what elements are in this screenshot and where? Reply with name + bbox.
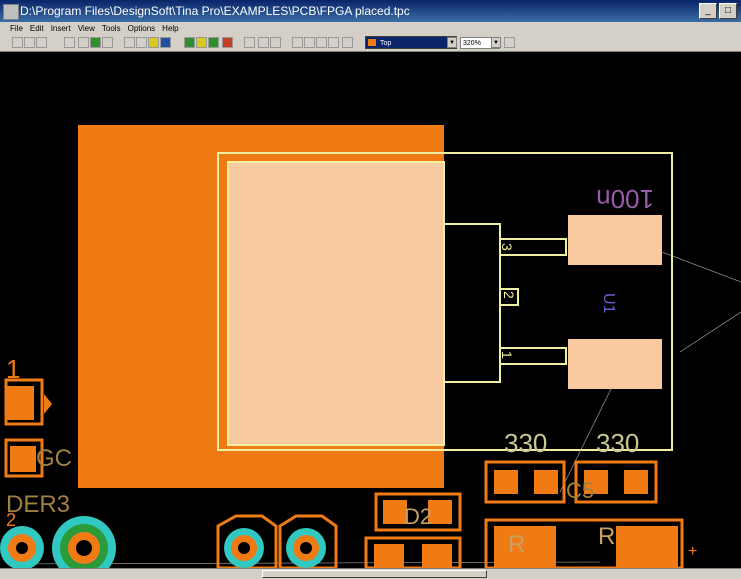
layer-green-icon[interactable] <box>184 37 195 48</box>
line-icon[interactable] <box>148 37 159 48</box>
ratsnest-line <box>679 311 741 353</box>
round-pad <box>52 516 116 568</box>
chevron-down-icon[interactable]: ▼ <box>491 37 501 48</box>
layer-red-icon[interactable] <box>222 37 233 48</box>
menu-bar: File Edit Insert View Tools Options Help <box>0 22 741 35</box>
r2-pad-b <box>624 470 648 494</box>
r1-value-label: 330 <box>504 428 547 458</box>
chevron-down-icon[interactable]: ▼ <box>447 37 457 48</box>
layer-yellow-icon[interactable] <box>196 37 207 48</box>
move-icon[interactable] <box>78 37 89 48</box>
restore-button[interactable]: □ <box>719 3 737 19</box>
r1-pad-a <box>494 470 518 494</box>
scrollbar-thumb[interactable] <box>262 570 487 578</box>
cap-value-label: 100n <box>596 184 654 214</box>
left-2-label: 2 <box>6 510 16 530</box>
route-icon[interactable] <box>342 37 353 48</box>
round-pad <box>0 526 44 568</box>
add-component-icon[interactable] <box>90 37 101 48</box>
undo-icon[interactable] <box>258 37 269 48</box>
d2-label: D2 <box>404 504 432 529</box>
left-1-label: 1 <box>6 354 20 384</box>
delete-icon[interactable] <box>244 37 255 48</box>
window-title: D:\Program Files\DesignSoft\Tina Pro\EXA… <box>20 4 410 18</box>
menu-tools[interactable]: Tools <box>102 22 121 35</box>
select-arrow-icon[interactable] <box>64 37 75 48</box>
pin1-label: 1 <box>499 351 515 359</box>
new-file-icon[interactable] <box>12 37 23 48</box>
ratsnest-line <box>661 251 741 283</box>
title-bar: D:\Program Files\DesignSoft\Tina Pro\EXA… <box>0 0 741 22</box>
lower-pad-b <box>422 544 452 568</box>
menu-insert[interactable]: Insert <box>51 22 71 35</box>
layer-select[interactable]: Top <box>365 36 457 49</box>
left-pad-1 <box>6 386 34 420</box>
menu-edit[interactable]: Edit <box>30 22 44 35</box>
pad-bottom <box>568 339 662 389</box>
text-icon[interactable] <box>136 37 147 48</box>
minimize-button[interactable]: _ <box>699 3 717 19</box>
zoom-value: 320% <box>463 40 481 47</box>
pad-top <box>568 215 662 265</box>
left-marker <box>44 394 52 414</box>
left-gc-label: GC <box>36 445 72 472</box>
r1-pad-b <box>534 470 558 494</box>
big-pad <box>228 162 444 445</box>
redo-icon[interactable] <box>270 37 281 48</box>
app-icon <box>3 4 19 20</box>
layer-color-swatch <box>368 39 376 46</box>
pin3-label: 3 <box>499 243 515 251</box>
track-curve-icon[interactable] <box>316 37 327 48</box>
save-icon[interactable] <box>36 37 47 48</box>
round-pad <box>224 528 264 568</box>
layer-value: Top <box>380 40 392 47</box>
open-file-icon[interactable] <box>24 37 35 48</box>
via-icon[interactable] <box>124 37 135 48</box>
r-ref-label: R <box>508 531 525 558</box>
plus-label: + <box>688 543 697 560</box>
pin2-label: 2 <box>501 291 517 299</box>
c5-label: C5 <box>566 478 594 503</box>
wire-icon[interactable] <box>102 37 113 48</box>
menu-help[interactable]: Help <box>162 22 178 35</box>
layer-green2-icon[interactable] <box>208 37 219 48</box>
track-icon[interactable] <box>292 37 303 48</box>
pcb-canvas[interactable]: 100n U1 3 2 1 330 330 1 GC DER3 2 D2 C5 … <box>0 52 741 568</box>
horizontal-scrollbar[interactable] <box>0 568 741 579</box>
menu-file[interactable]: File <box>10 22 23 35</box>
lower-pad-a <box>374 544 404 568</box>
autoroute-icon[interactable] <box>160 37 171 48</box>
menu-options[interactable]: Options <box>128 22 156 35</box>
round-pad <box>286 528 326 568</box>
zoom-icon[interactable] <box>504 37 515 48</box>
pcb-drawing: 100n U1 3 2 1 330 330 1 GC DER3 2 D2 C5 … <box>0 125 741 568</box>
r-big-pad-b <box>616 526 678 568</box>
track-45-icon[interactable] <box>304 37 315 48</box>
menu-view[interactable]: View <box>78 22 95 35</box>
track-arc-icon[interactable] <box>328 37 339 48</box>
r-ref2-label: R <box>598 523 615 550</box>
left-pad-2 <box>10 446 36 472</box>
ref-u-label: U1 <box>600 293 617 314</box>
r2-value-label: 330 <box>596 428 639 458</box>
body-outline <box>443 223 501 383</box>
